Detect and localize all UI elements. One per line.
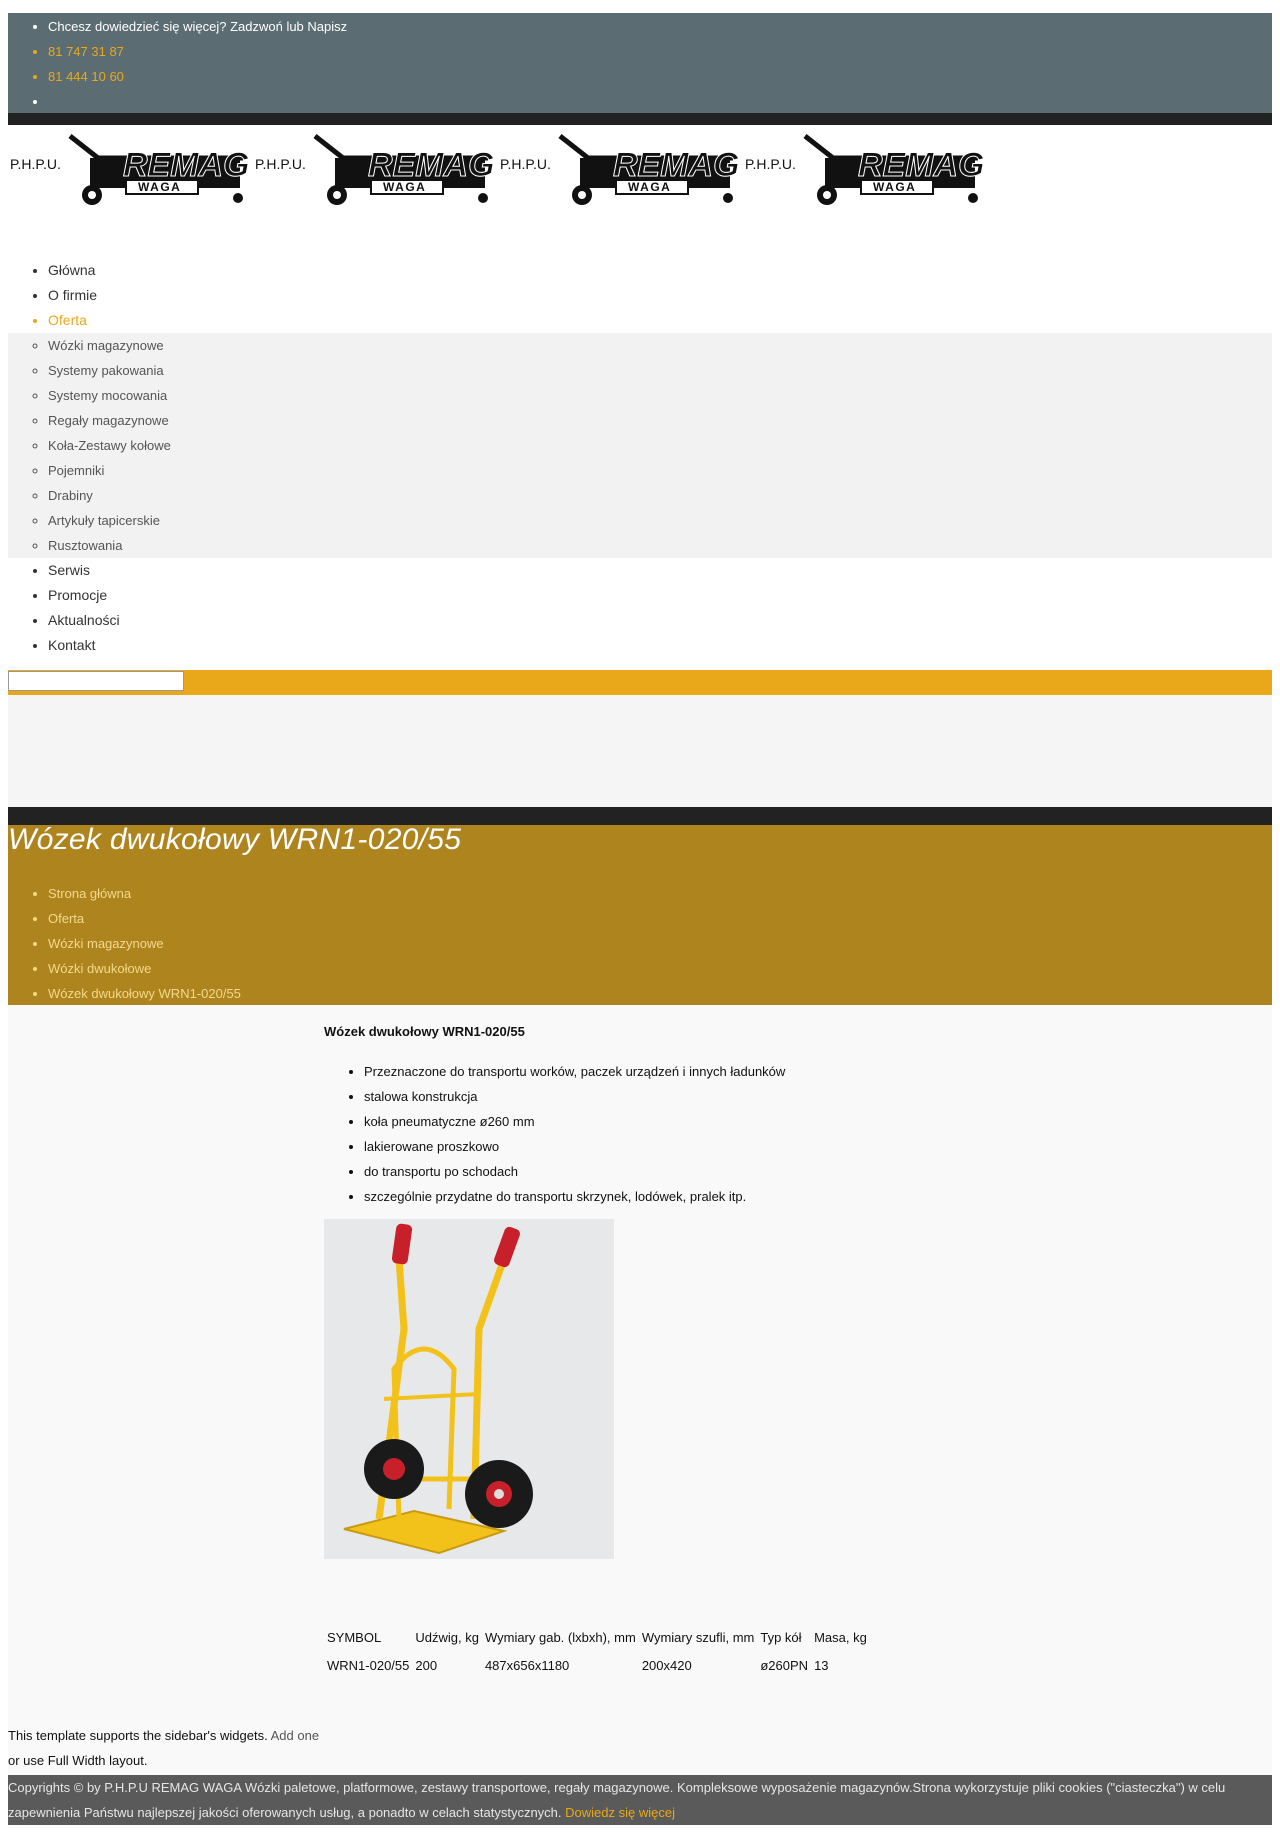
table-header-cell: Wymiary szufli, mm — [641, 1629, 755, 1645]
logo-sub: WAGA — [873, 180, 916, 194]
contact-empty-item — [48, 89, 1272, 114]
cookies-more-link[interactable]: Dowiedz się więcej — [565, 1805, 675, 1820]
breadcrumb-item[interactable]: Strona główna — [48, 881, 241, 906]
table-row: WRN1-020/55 200 487x656x1180 200x420 ø26… — [324, 1651, 870, 1679]
sidebar-notice-text: This template supports the sidebar's wid… — [8, 1728, 268, 1743]
logo-row: P.H.P.U. REMAG WAGA P.H.P.U. REMAG WAGA … — [8, 125, 1272, 223]
logo-brand: REMAG — [368, 146, 495, 184]
table-header-cell: Udźwig, kg — [415, 1629, 479, 1645]
submenu-item-wozki-magazynowe[interactable]: Wózki magazynowe — [48, 333, 1272, 358]
contact-tagline: Chcesz dowiedzieć się więcej? Zadzwoń lu… — [48, 14, 1272, 39]
feature-item: szczególnie przydatne do transportu skrz… — [364, 1184, 785, 1209]
feature-item: lakierowane proszkowo — [364, 1134, 785, 1159]
header-divider — [8, 113, 1272, 125]
submenu-item-systemy-pakowania[interactable]: Systemy pakowania — [48, 358, 1272, 383]
header-spacer — [8, 695, 1272, 807]
menu-item-oferta-label[interactable]: Oferta — [48, 312, 87, 328]
menu-item-o-firmie[interactable]: O firmie — [48, 283, 1272, 308]
spec-table: SYMBOL Udźwig, kg Wymiary gab. (lxbxh), … — [324, 1623, 870, 1679]
logo-brand: REMAG — [123, 146, 250, 184]
submenu-item-artykuly-tapicerskie[interactable]: Artykuły tapicerskie — [48, 508, 1272, 533]
title-banner: Wózek dwukołowy WRN1-020/55 Strona główn… — [8, 823, 1272, 1006]
submenu-item-rusztowania[interactable]: Rusztowania — [48, 533, 1272, 558]
table-cell: 487x656x1180 — [484, 1657, 570, 1673]
submenu-oferta: Wózki magazynowe Systemy pakowania Syste… — [8, 333, 1272, 558]
page: Chcesz dowiedzieć się więcej? Zadzwoń lu… — [8, 13, 1272, 1825]
submenu-item-drabiny[interactable]: Drabiny — [48, 483, 1272, 508]
breadcrumb-item[interactable]: Wózki magazynowe — [48, 931, 241, 956]
search-bar — [8, 670, 1272, 695]
table-header-row: SYMBOL Udźwig, kg Wymiary gab. (lxbxh), … — [324, 1623, 870, 1651]
menu-item-glowna[interactable]: Główna — [48, 258, 1272, 283]
submenu-item-kola-zestawy[interactable]: Koła-Zestawy kołowe — [48, 433, 1272, 458]
product-image — [324, 1219, 614, 1559]
menu-item-kontakt[interactable]: Kontakt — [48, 633, 1272, 658]
table-header-cell: SYMBOL — [327, 1629, 382, 1645]
contact-list: Chcesz dowiedzieć się więcej? Zadzwoń lu… — [8, 14, 1272, 114]
logo-brand: REMAG — [858, 146, 985, 184]
sidebar-notice-line-1: This template supports the sidebar's wid… — [8, 1723, 319, 1748]
logo-prefix: P.H.P.U. — [500, 156, 551, 172]
breadcrumb-item[interactable]: Oferta — [48, 906, 241, 931]
feature-item: do transportu po schodach — [364, 1159, 785, 1184]
search-input[interactable] — [8, 671, 184, 691]
logo-sub: WAGA — [138, 180, 181, 194]
table-header-cell: Wymiary gab. (lxbxh), mm — [484, 1629, 636, 1645]
logo-prefix: P.H.P.U. — [10, 156, 61, 172]
top-info-bar: Chcesz dowiedzieć się więcej? Zadzwoń lu… — [8, 13, 1272, 113]
sidebar-notice: This template supports the sidebar's wid… — [8, 1723, 319, 1773]
remag-logo[interactable]: P.H.P.U. REMAG WAGA — [253, 128, 498, 208]
table-cell: 13 — [814, 1657, 829, 1673]
remag-logo[interactable]: P.H.P.U. REMAG WAGA — [8, 128, 253, 208]
feature-item: stalowa konstrukcja — [364, 1084, 785, 1109]
breadcrumb-item[interactable]: Wózki dwukołowe — [48, 956, 241, 981]
table-cell: WRN1-020/55 — [327, 1657, 410, 1673]
main-content: Wózek dwukołowy WRN1-020/55 Przeznaczone… — [8, 1005, 1272, 1775]
table-header-cell: Masa, kg — [814, 1629, 867, 1645]
breadcrumb: Strona główna Oferta Wózki magazynowe Wó… — [8, 881, 241, 1006]
hand-truck-icon — [324, 1219, 614, 1559]
sidebar-notice-text-2: or use Full Width layout. — [8, 1753, 148, 1768]
menu-item-serwis[interactable]: Serwis — [48, 558, 1272, 583]
logo-sub: WAGA — [628, 180, 671, 194]
submenu-item-regaly-magazynowe[interactable]: Regały magazynowe — [48, 408, 1272, 433]
table-cell: ø260PN — [760, 1657, 809, 1673]
feature-item: koła pneumatyczne ø260 mm — [364, 1109, 785, 1134]
breadcrumb-item-current: Wózek dwukołowy WRN1-020/55 — [48, 981, 241, 1006]
phone-link-2[interactable]: 81 444 10 60 — [48, 64, 1272, 89]
add-widget-link[interactable]: Add one — [271, 1728, 319, 1743]
table-cell: 200 — [415, 1657, 438, 1673]
product-heading: Wózek dwukołowy WRN1-020/55 — [324, 1024, 525, 1039]
submenu-item-systemy-mocowania[interactable]: Systemy mocowania — [48, 383, 1272, 408]
main-menu: Główna O firmie Oferta Wózki magazynowe … — [8, 258, 1272, 658]
menu-item-oferta[interactable]: Oferta Wózki magazynowe Systemy pakowani… — [8, 308, 1272, 558]
logo-brand: REMAG — [613, 146, 740, 184]
remag-logo[interactable]: P.H.P.U. REMAG WAGA — [743, 128, 988, 208]
menu-item-aktualnosci[interactable]: Aktualności — [48, 608, 1272, 633]
logo-sub: WAGA — [383, 180, 426, 194]
table-cell: 200x420 — [641, 1657, 692, 1673]
page-title: Wózek dwukołowy WRN1-020/55 — [8, 823, 462, 856]
footer: Copyrights © by P.H.P.U REMAG WAGA Wózki… — [8, 1775, 1272, 1825]
feature-item: Przeznaczone do transportu worków, pacze… — [364, 1059, 785, 1084]
feature-list: Przeznaczone do transportu worków, pacze… — [324, 1059, 785, 1209]
logo-prefix: P.H.P.U. — [255, 156, 306, 172]
table-header-cell: Typ kół — [760, 1629, 802, 1645]
phone-link-1[interactable]: 81 747 31 87 — [48, 39, 1272, 64]
menu-item-promocje[interactable]: Promocje — [48, 583, 1272, 608]
remag-logo[interactable]: P.H.P.U. REMAG WAGA — [498, 128, 743, 208]
submenu-item-pojemniki[interactable]: Pojemniki — [48, 458, 1272, 483]
logo-prefix: P.H.P.U. — [745, 156, 796, 172]
